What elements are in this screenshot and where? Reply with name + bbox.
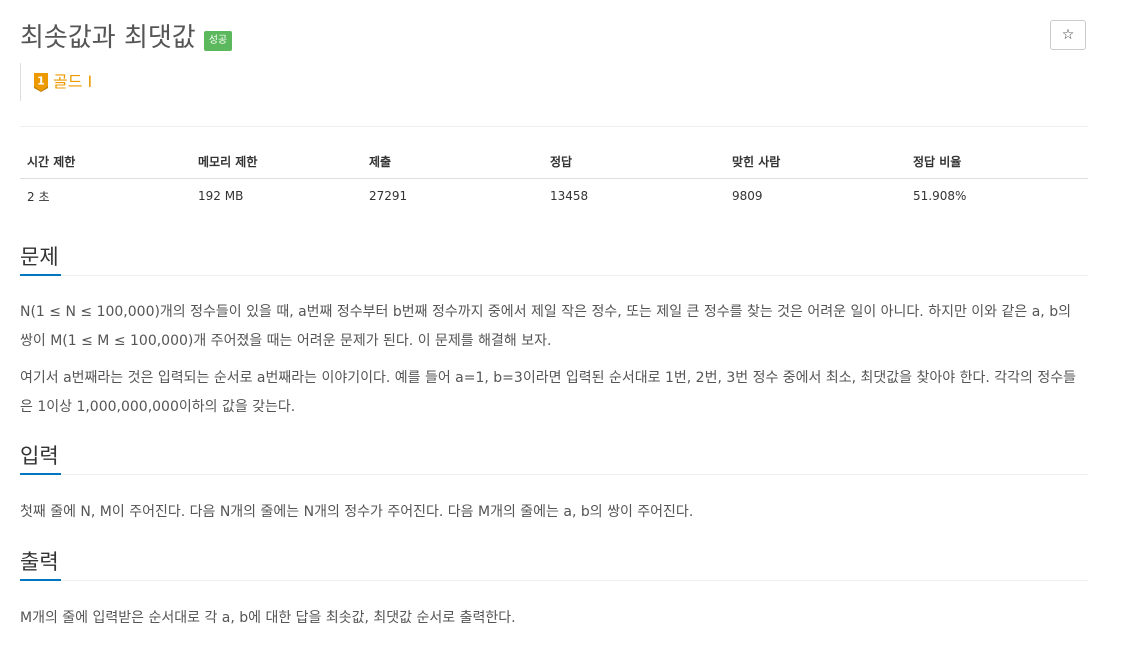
- problem-title-row: 최솟값과 최댓값 성공: [20, 18, 233, 58]
- output-section-header: 출력: [20, 547, 1088, 581]
- accepted-header: 정답: [543, 144, 725, 179]
- solvers-header: 맞힌 사람: [725, 144, 906, 179]
- star-icon: ☆: [1061, 27, 1075, 43]
- problem-tier: 1 골드 I: [20, 63, 92, 101]
- description-paragraph-1: N(1 ≤ N ≤ 100,000)개의 정수들이 있을 때, a번째 정수부터…: [20, 304, 1071, 349]
- time-limit-value: 2 초: [27, 189, 50, 204]
- table-row: 2 초 192 MB 27291 13458 9809 51.908%: [20, 179, 1088, 214]
- output-paragraph: M개의 줄에 입력받은 순서대로 각 a, b에 대한 답을 최솟값, 최댓값 …: [20, 610, 516, 626]
- divider: [20, 126, 1088, 127]
- tier-number: 1: [37, 75, 45, 88]
- accepted-value[interactable]: 13458: [543, 179, 725, 214]
- input-section-header: 입력: [20, 441, 1088, 475]
- problem-title: 최솟값과 최댓값: [20, 23, 196, 53]
- result-badge: 성공: [203, 31, 233, 51]
- description-section-header: 문제: [20, 242, 1088, 276]
- memory-limit-value: 192 MB: [198, 189, 244, 203]
- gold-tier-icon: 1: [33, 72, 49, 92]
- favorite-star-button[interactable]: ☆: [1050, 20, 1086, 50]
- problem-info-table: 시간 제한 메모리 제한 제출 정답 맞힌 사람 정답 비율 2 초 192 M…: [20, 144, 1088, 213]
- description-paragraph-2: 여기서 a번째라는 것은 입력되는 순서로 a번째라는 이야기이다. 예를 들어…: [20, 370, 1076, 415]
- tier-label[interactable]: 골드 I: [53, 72, 92, 92]
- accept-ratio-header: 정답 비율: [906, 144, 1088, 179]
- time-limit-header: 시간 제한: [20, 144, 191, 179]
- accept-ratio-value: 51.908%: [913, 189, 967, 203]
- memory-limit-header: 메모리 제한: [191, 144, 362, 179]
- input-paragraph: 첫째 줄에 N, M이 주어진다. 다음 N개의 줄에는 N개의 정수가 주어진…: [20, 504, 694, 520]
- output-heading: 출력: [20, 547, 61, 581]
- input-heading: 입력: [20, 441, 61, 475]
- submissions-value[interactable]: 27291: [362, 179, 543, 214]
- table-header-row: 시간 제한 메모리 제한 제출 정답 맞힌 사람 정답 비율: [20, 144, 1088, 179]
- submissions-header: 제출: [362, 144, 543, 179]
- description-heading: 문제: [20, 242, 61, 276]
- solvers-value[interactable]: 9809: [725, 179, 906, 214]
